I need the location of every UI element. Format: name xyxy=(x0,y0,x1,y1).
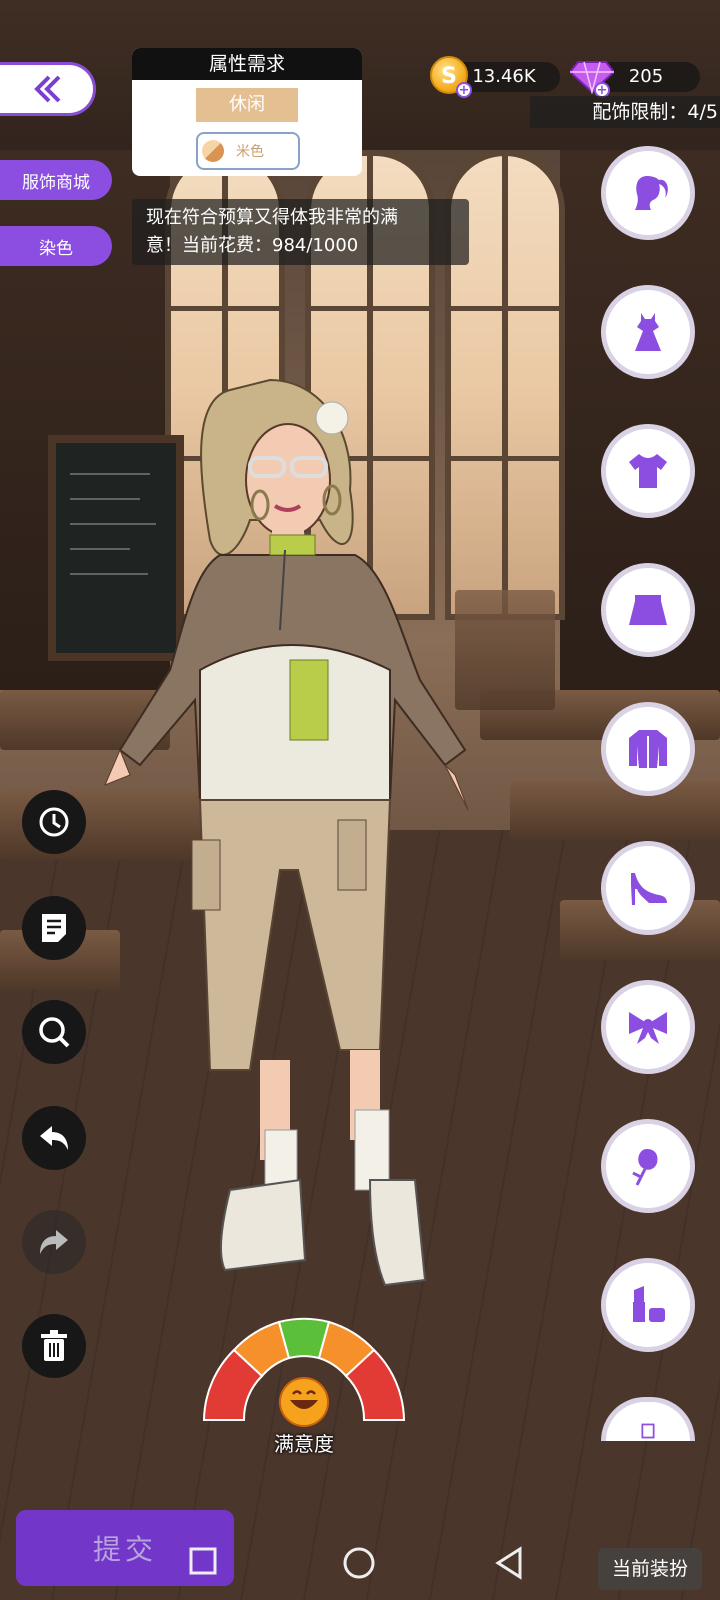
current-outfit-button[interactable]: 当前装扮 xyxy=(598,1548,702,1590)
category-dress-button[interactable] xyxy=(601,285,695,379)
color-requirement: 米色 xyxy=(196,132,300,170)
accessory-limit: 配饰限制：4/5 xyxy=(530,96,720,128)
notes-button[interactable] xyxy=(22,896,86,960)
dye-button[interactable]: 染色 xyxy=(0,226,112,266)
shoe-icon xyxy=(631,873,667,905)
requirement-card: 属性需求 休闲 米色 xyxy=(132,48,362,176)
add-coins-icon[interactable]: + xyxy=(456,82,472,98)
character-avatar xyxy=(104,378,469,1287)
double-chevron-left-icon xyxy=(33,75,60,103)
message-line-2: 意！当前花费：984/1000 xyxy=(146,235,359,256)
notes-icon xyxy=(42,914,66,942)
back-button[interactable] xyxy=(0,62,96,116)
message-line-1: 现在符合预算又得体我非常的满 xyxy=(146,207,398,228)
top-icon xyxy=(629,454,667,488)
category-shoes-button[interactable] xyxy=(601,841,695,935)
jacket-icon xyxy=(629,730,667,768)
style-tag: 休闲 xyxy=(196,88,298,122)
category-accessory-button[interactable] xyxy=(601,980,695,1074)
back-triangle-icon[interactable] xyxy=(494,1546,524,1580)
makeup-icon xyxy=(633,1286,665,1322)
category-makeup-button[interactable] xyxy=(601,1258,695,1352)
trash-icon xyxy=(41,1330,67,1361)
satisfaction-gauge xyxy=(202,1317,406,1427)
category-hair-button[interactable] xyxy=(601,146,695,240)
more-icon xyxy=(641,1423,655,1439)
delete-button[interactable] xyxy=(22,1314,86,1378)
undo-button[interactable] xyxy=(22,1106,86,1170)
history-icon xyxy=(39,807,69,837)
bow-icon xyxy=(629,1012,667,1044)
rose-icon xyxy=(632,1149,658,1186)
hair-icon xyxy=(635,176,668,210)
recent-apps-icon[interactable] xyxy=(188,1546,218,1576)
zoom-icon xyxy=(39,1017,70,1048)
shop-button[interactable]: 服饰商城 xyxy=(0,160,112,200)
category-jacket-button[interactable] xyxy=(601,702,695,796)
undo-icon xyxy=(40,1126,68,1150)
home-circle-icon[interactable] xyxy=(342,1546,376,1580)
category-skirt-button[interactable] xyxy=(601,563,695,657)
color-label: 米色 xyxy=(236,144,264,160)
requirement-title: 属性需求 xyxy=(132,48,362,80)
category-top-button[interactable] xyxy=(601,424,695,518)
redo-button[interactable] xyxy=(22,1210,86,1274)
satisfaction-label: 满意度 xyxy=(274,1432,334,1456)
history-button[interactable] xyxy=(22,790,86,854)
redo-icon xyxy=(40,1230,68,1254)
feedback-message: 现在符合预算又得体我非常的满 意！当前花费：984/1000 xyxy=(132,199,469,265)
dress-icon xyxy=(635,313,661,351)
skirt-icon xyxy=(629,595,667,625)
category-flower-button[interactable] xyxy=(601,1119,695,1213)
color-swatch-icon xyxy=(202,140,224,162)
zoom-button[interactable] xyxy=(22,1000,86,1064)
